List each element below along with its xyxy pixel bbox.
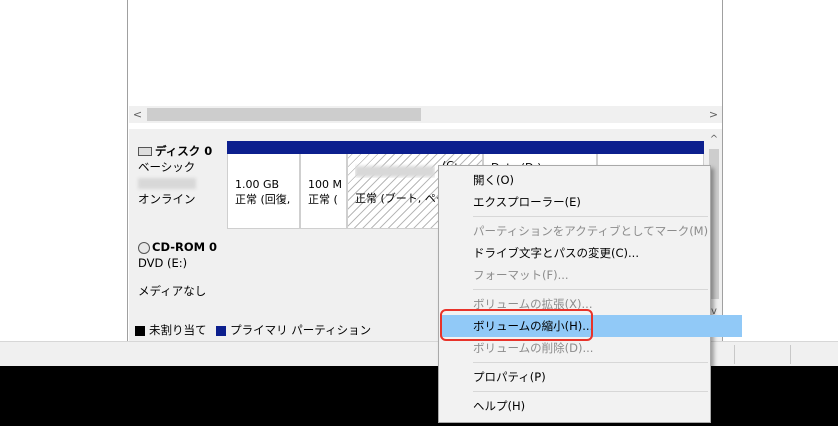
menu-item-change-drive-letter[interactable]: ドライブ文字とパスの変更(C)... [440, 242, 742, 264]
menu-separator [473, 289, 708, 290]
menu-item-open[interactable]: 開く(O) [440, 169, 742, 191]
partition-name-redacted [355, 165, 435, 177]
partition-status: 正常 (回復, [235, 193, 291, 206]
partition-bar [227, 141, 300, 154]
partition-bar [483, 141, 597, 154]
partition-status: 正常 ( [308, 193, 338, 206]
scroll-right-icon[interactable]: > [705, 106, 722, 123]
partition-bar [300, 141, 347, 154]
partition-efi[interactable]: 100 M 正常 ( [300, 141, 347, 229]
menu-separator [473, 391, 708, 392]
context-menu: 開く(O) エクスプローラー(E) パーティションをアクティブとしてマーク(M)… [438, 165, 742, 423]
cdrom-label[interactable]: CD-ROM 0 DVD (E:) メディアなし [133, 237, 228, 319]
cd-icon [138, 241, 150, 254]
disk0-type: ベーシック [138, 160, 196, 174]
partition-recovery[interactable]: 1.00 GB 正常 (回復, [227, 141, 300, 229]
highlight-annotation [440, 309, 593, 341]
cdrom-type: DVD (E:) [138, 256, 188, 270]
partition-size: 1.00 GB [235, 178, 280, 191]
partition-status: 正常 (ブート, ペー [355, 192, 445, 205]
disk0-status: オンライン [138, 192, 196, 206]
scroll-thumb[interactable] [147, 108, 421, 121]
menu-item-properties[interactable]: プロパティ(P) [440, 366, 742, 388]
disk0-size-redacted [138, 178, 196, 189]
cdrom-title: CD-ROM 0 [152, 240, 218, 254]
partition-bar [347, 141, 483, 154]
menu-separator [473, 362, 708, 363]
menu-item-explorer[interactable]: エクスプローラー(E) [440, 191, 742, 213]
scroll-up-icon[interactable]: ^ [706, 133, 722, 147]
status-divider [790, 345, 791, 364]
disk0-label[interactable]: ディスク 0 ベーシック オンライン [133, 141, 228, 231]
menu-separator [473, 216, 708, 217]
scroll-left-icon[interactable]: < [129, 106, 146, 123]
menu-item-mark-active[interactable]: パーティションをアクティブとしてマーク(M) [440, 220, 742, 242]
primary-swatch [216, 325, 227, 336]
legend-primary: プライマリ パーティション [230, 323, 372, 337]
menu-item-help[interactable]: ヘルプ(H) [440, 395, 742, 417]
left-pane [0, 0, 128, 341]
volume-list-pane[interactable] [128, 0, 722, 106]
disk-icon [138, 147, 152, 156]
unallocated-swatch [135, 325, 145, 336]
cdrom-status: メディアなし [138, 284, 207, 298]
menu-item-format[interactable]: フォーマット(F)... [440, 264, 742, 286]
legend-unallocated: 未割り当て [149, 323, 207, 337]
partition-bar [597, 141, 704, 154]
partition-size: 100 M [308, 178, 342, 191]
disk0-title: ディスク 0 [155, 144, 213, 158]
horizontal-scrollbar[interactable]: < > [129, 106, 722, 123]
